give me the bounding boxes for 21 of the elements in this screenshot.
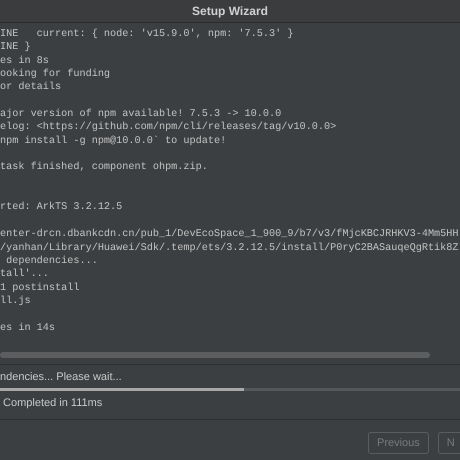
log-line: or details [0, 81, 62, 95]
window-title: Setup Wizard [192, 4, 268, 18]
log-line: INE } [0, 41, 32, 55]
log-line: task finished, component ohpm.zip. [0, 161, 209, 175]
log-line: rted: ArkTS 3.2.12.5 [0, 201, 124, 215]
log-line: /yanhan/Library/Huawei/Sdk/.temp/ets/3.2.12.5/install/P0ryC2BASauqeQgRtik8Z [0, 242, 460, 255]
log-line: es in 8s [0, 54, 50, 68]
log-line: ajor version of npm available! 7.5.3 -> 10.0.0 [0, 108, 282, 122]
log-line: ooking for funding [0, 68, 112, 82]
log-line: 1 postinstall [0, 282, 80, 295]
log-line: elog: <https://github.com/npm/cli/releases/tag/v10.0.0> [0, 121, 338, 135]
log-line: dependencies... [5, 254, 99, 268]
log-line: ll.js [0, 294, 32, 308]
log-line: npm install -g npm@10.0.0` to update! [0, 134, 228, 148]
log-line: tall'... [0, 268, 50, 282]
log-line: enter-drcn.dbankcdn.cn/pub_1/DevEcoSpace_1_900_9/b7/v3/fMjcKBCJRHKV3-4Mm5HH [0, 228, 460, 242]
log-line: es in 14s [0, 322, 56, 335]
progress-status: ndencies... Please wait... [0, 370, 123, 385]
log-line: INE current: { node: 'v15.9.0', npm: '7.5.3' } [0, 28, 294, 42]
scrollbar-thumb[interactable] [0, 352, 430, 358]
progress-detail: Completed in 111ms [2, 396, 104, 411]
